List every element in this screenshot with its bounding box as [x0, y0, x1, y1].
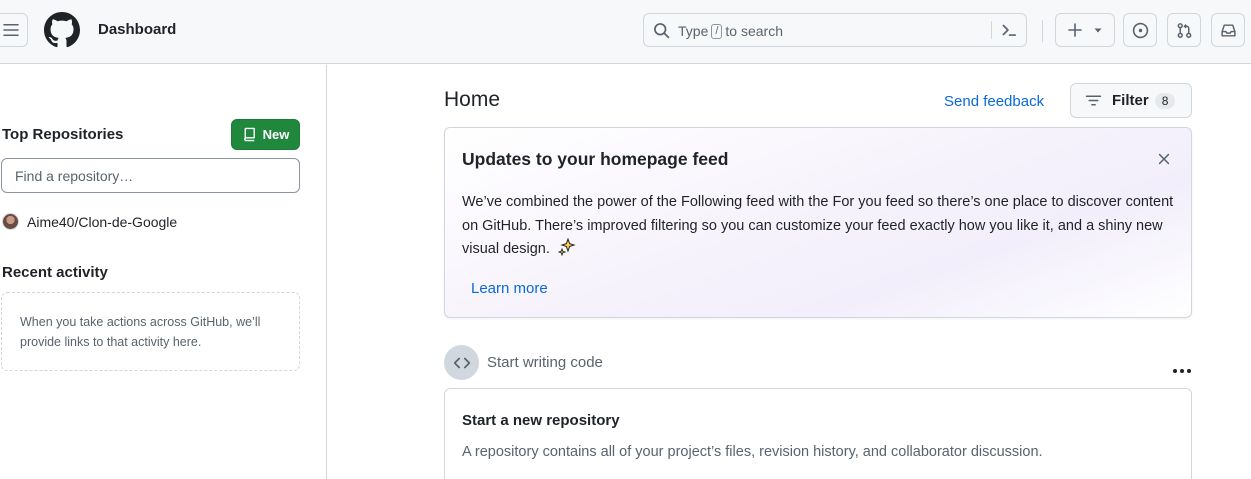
create-new-button[interactable]	[1055, 13, 1115, 47]
inbox-icon	[1220, 23, 1236, 37]
more-options-button[interactable]	[1172, 361, 1192, 377]
repo-icon	[243, 127, 255, 142]
recent-activity-heading: Recent activity	[2, 264, 108, 281]
command-palette-icon	[1002, 24, 1017, 36]
hamburger-icon	[3, 24, 19, 36]
dismiss-notice-button[interactable]	[1157, 152, 1171, 169]
plus-icon	[1068, 23, 1082, 37]
avatar	[2, 213, 19, 230]
context-title[interactable]: Dashboard	[98, 21, 176, 38]
filter-label: Filter	[1112, 92, 1149, 109]
filter-icon	[1085, 95, 1102, 106]
code-icon-badge	[444, 345, 479, 380]
notice-title: Updates to your homepage feed	[462, 149, 729, 169]
recent-activity-empty-state: When you take actions across GitHub, we’…	[1, 292, 300, 371]
pull-requests-button[interactable]	[1167, 13, 1201, 47]
repository-name[interactable]: Aime40/Clon-de-Google	[27, 214, 177, 230]
github-logo[interactable]	[44, 12, 80, 48]
start-writing-code-heading: Start writing code	[487, 354, 603, 371]
new-repository-card-description: A repository contains all of your projec…	[462, 444, 1043, 460]
kebab-horizontal-icon	[1173, 369, 1191, 373]
search-divider	[991, 21, 992, 39]
command-palette-button[interactable]	[1000, 21, 1018, 42]
new-repository-card-title: Start a new repository	[462, 412, 620, 429]
inbox-button[interactable]	[1211, 13, 1245, 47]
code-icon	[453, 357, 470, 368]
learn-more-link[interactable]: Learn more	[471, 280, 548, 297]
feed-update-notice: Updates to your homepage feed We’ve comb…	[444, 127, 1192, 318]
sparkle-icon	[557, 238, 576, 256]
find-repository-input[interactable]	[1, 158, 300, 193]
repository-link[interactable]: Aime40/Clon-de-Google	[2, 213, 177, 230]
slash-key-hint: /	[711, 23, 723, 39]
app-header: Dashboard Type / to search	[0, 0, 1251, 64]
triangle-down-icon	[1094, 28, 1102, 33]
dashboard-sidebar: Top Repositories New Aime40/Clon-de-Goog…	[0, 65, 327, 479]
search-icon	[654, 23, 670, 39]
new-button-label: New	[262, 127, 290, 142]
page-title: Home	[444, 88, 501, 111]
filter-button[interactable]: Filter 8	[1070, 83, 1192, 118]
send-feedback-link[interactable]: Send feedback	[944, 93, 1044, 110]
menu-button[interactable]	[0, 13, 28, 47]
search-placeholder: Type / to search	[678, 23, 784, 39]
notice-body: We’ve combined the power of the Followin…	[462, 194, 1174, 257]
git-pull-request-icon	[1177, 22, 1191, 38]
top-repositories-heading: Top Repositories	[2, 126, 124, 143]
filter-count-badge: 8	[1154, 93, 1176, 109]
issue-opened-icon	[1132, 22, 1148, 38]
search-input[interactable]: Type / to search	[643, 13, 1027, 47]
header-divider	[1042, 20, 1043, 42]
close-icon	[1158, 153, 1170, 165]
new-repository-button[interactable]: New	[231, 119, 300, 150]
issues-button[interactable]	[1123, 13, 1157, 47]
new-repository-card: Start a new repository A repository cont…	[444, 388, 1192, 479]
